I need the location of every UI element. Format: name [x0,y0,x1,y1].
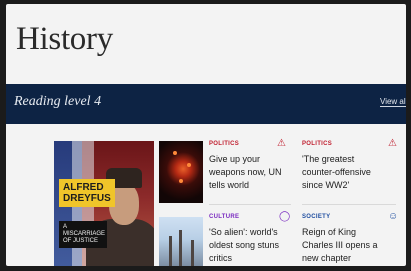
pole [169,236,172,266]
article-category: POLITICS [209,141,240,147]
spark [173,151,177,155]
hero-subtitle-tag: A MISCARRIAGE OF JUSTICE [59,221,107,248]
politics-figure-icon: ⚠ [277,138,286,149]
article-card[interactable]: POLITICS Give up your weapons now, UN te… [209,141,287,192]
view-all-link[interactable]: View all in th [380,97,406,107]
hero-image[interactable]: ALFRED DREYFUS A MISCARRIAGE OF JUSTICE [54,141,154,266]
page-title: History [16,21,113,57]
reading-level-banner: Reading level 4 View all in th [6,84,406,124]
divider [209,204,291,205]
article-category: SOCIETY [302,214,331,220]
politics-figure-icon: ⚠ [388,138,397,149]
article-headline[interactable]: Reign of King Charles III opens a new ch… [302,226,386,265]
pole [191,240,194,266]
article-category: POLITICS [302,141,333,147]
article-headline[interactable]: 'So alien': world's oldest song stuns cr… [209,226,291,265]
article-headline[interactable]: 'The greatest counter-offensive since WW… [302,153,382,192]
spark [179,179,183,183]
article-card[interactable]: SOCIETY Reign of King Charles III opens … [302,214,386,265]
pole [179,230,182,266]
article-card[interactable]: POLITICS 'The greatest counter-offensive… [302,141,382,192]
page-frame: History Reading level 4 View all in th A… [6,4,406,266]
article-headline[interactable]: Give up your weapons now, UN tells world [209,153,287,192]
divider [302,204,396,205]
article-thumbnail-fire[interactable] [159,141,203,203]
culture-mask-icon: ◯ [279,211,291,222]
banner-title: Reading level 4 [14,94,102,109]
article-thumbnail-shrine[interactable] [159,217,203,266]
hero-title-tag: ALFRED DREYFUS [59,179,115,207]
society-person-icon: ☺ [388,211,399,222]
spark [187,163,191,167]
